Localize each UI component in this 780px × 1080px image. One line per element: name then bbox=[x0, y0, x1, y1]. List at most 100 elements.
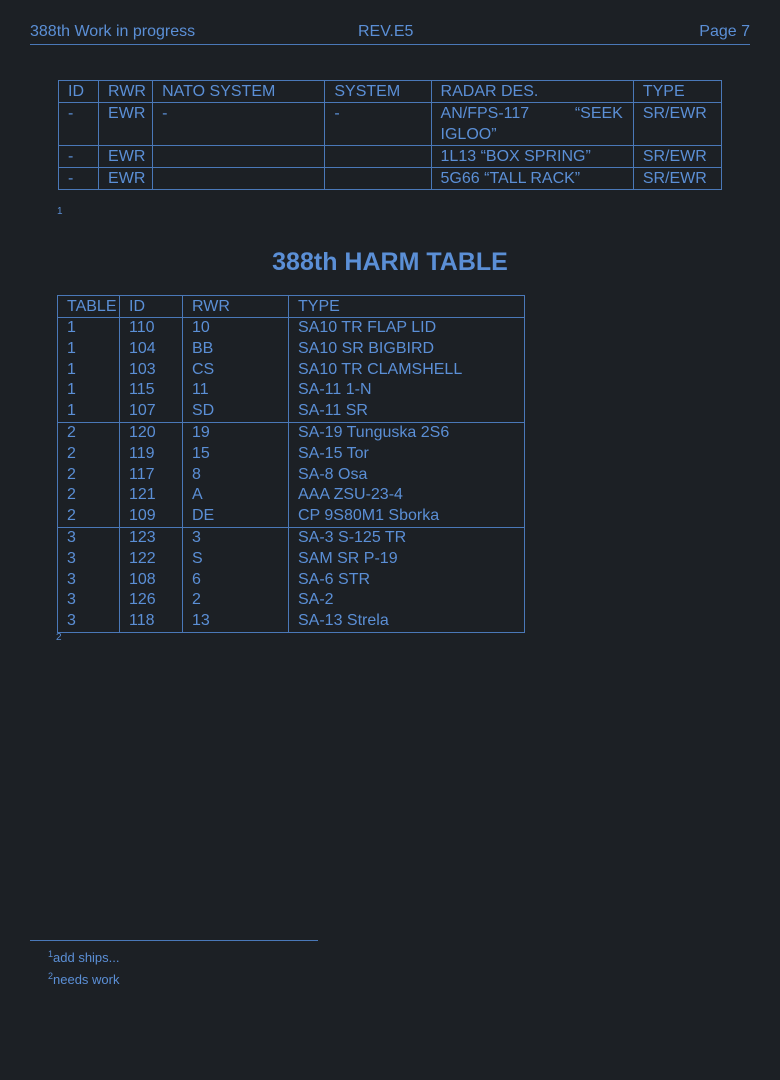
cell-type: SA10 TR FLAP LID bbox=[288, 317, 525, 339]
cell-table: 3 bbox=[57, 611, 120, 633]
cell-table: 1 bbox=[57, 338, 120, 360]
footnote-text: add ships... bbox=[53, 950, 120, 965]
cell-id: 122 bbox=[119, 548, 183, 570]
page-header: 388th Work in progress REV.E5 Page 7 bbox=[30, 22, 750, 45]
cell-type: SA-11 SR bbox=[288, 401, 525, 423]
table-row: 3 123 3 SA-3 S-125 TR bbox=[57, 526, 525, 549]
cell-table: 3 bbox=[57, 590, 120, 612]
radar-des-line-2: IGLOO” bbox=[440, 126, 497, 143]
table-row: 2 109 DE CP 9S80M1 Sborka bbox=[57, 506, 525, 528]
col-header-table: TABLE bbox=[57, 295, 120, 318]
table-row: 2 120 19 SA-19 Tunguska 2S6 bbox=[57, 421, 525, 444]
cell-rwr: 2 bbox=[182, 590, 289, 612]
cell-system bbox=[324, 167, 432, 190]
cell-rwr: 10 bbox=[182, 317, 289, 339]
cell-rwr: SD bbox=[182, 401, 289, 423]
harm-table: TABLE ID RWR TYPE 1 110 10 SA10 TR FLAP LID… bbox=[57, 295, 525, 633]
cell-type: SA-8 Osa bbox=[288, 464, 525, 486]
table-row: 1 115 11 SA-11 1-N bbox=[57, 380, 525, 402]
cell-type: SR/EWR bbox=[632, 145, 723, 168]
cell-table: 2 bbox=[57, 443, 120, 465]
table-row: 1 110 10 SA10 TR FLAP LID bbox=[57, 317, 525, 339]
cell-rwr: S bbox=[182, 548, 289, 570]
cell-type: SR/EWR bbox=[632, 167, 723, 190]
cell-type: SA-6 STR bbox=[288, 569, 525, 591]
cell-id: 109 bbox=[119, 506, 183, 528]
col-header-system: SYSTEM bbox=[324, 80, 432, 103]
cell-table: 3 bbox=[57, 526, 120, 549]
col-header-id: ID bbox=[119, 295, 183, 318]
cell-rwr: EWR bbox=[98, 167, 154, 190]
table-row: 1 107 SD SA-11 SR bbox=[57, 401, 525, 423]
cell-id: 118 bbox=[119, 611, 183, 633]
table-row: 3 108 6 SA-6 STR bbox=[57, 569, 525, 591]
cell-type: SA-19 Tunguska 2S6 bbox=[288, 421, 525, 444]
cell-radar-des: 5G66 “TALL RACK” bbox=[430, 167, 634, 190]
footnote-2: 2needs work bbox=[48, 967, 318, 989]
cell-rwr: 15 bbox=[182, 443, 289, 465]
cell-id: - bbox=[57, 102, 100, 146]
cell-type: SA-13 Strela bbox=[288, 611, 525, 633]
harm-table-title: 388th HARM TABLE bbox=[272, 248, 508, 276]
radar-table: ID RWR NATO SYSTEM SYSTEM RADAR DES. TYP… bbox=[57, 80, 723, 190]
cell-table: 3 bbox=[57, 569, 120, 591]
cell-id: 110 bbox=[119, 317, 183, 339]
cell-id: - bbox=[57, 145, 100, 168]
cell-type: SA10 TR CLAMSHELL bbox=[288, 359, 525, 381]
cell-id: 108 bbox=[119, 569, 183, 591]
harm-table-body: 1 110 10 SA10 TR FLAP LID 1 104 BB SA10 SR BIGB… bbox=[57, 317, 525, 633]
header-doc-title: 388th Work in progress bbox=[30, 23, 196, 40]
cell-system: - bbox=[324, 102, 432, 146]
cell-type: SA-15 Tor bbox=[288, 443, 525, 465]
table-row: 1 104 BB SA10 SR BIGBIRD bbox=[57, 338, 525, 360]
col-header-rwr: RWR bbox=[98, 80, 154, 103]
table-row: 2 121 A AAA ZSU-23-4 bbox=[57, 485, 525, 507]
cell-id: 123 bbox=[119, 526, 183, 549]
col-header-radar-des: RADAR DES. bbox=[430, 80, 634, 103]
radar-des-part: “SEEK bbox=[574, 105, 623, 122]
table-row: 1 103 CS SA10 TR CLAMSHELL bbox=[57, 359, 525, 381]
cell-id: 115 bbox=[119, 380, 183, 402]
cell-id: 126 bbox=[119, 590, 183, 612]
radar-des-line-1: AN/FPS-117 “SEEK bbox=[441, 103, 633, 124]
radar-table-header-row: ID RWR NATO SYSTEM SYSTEM RADAR DES. TYP… bbox=[57, 80, 723, 103]
cell-type: SR/EWR bbox=[632, 102, 723, 146]
cell-table: 1 bbox=[57, 359, 120, 381]
footnotes: 1add ships... 2needs work bbox=[30, 940, 318, 989]
col-header-rwr: RWR bbox=[182, 295, 289, 318]
cell-type: SA-11 1-N bbox=[288, 380, 525, 402]
cell-rwr: CS bbox=[182, 359, 289, 381]
cell-table: 2 bbox=[57, 485, 120, 507]
cell-system bbox=[324, 145, 432, 168]
col-header-type: TYPE bbox=[288, 295, 525, 318]
cell-table: 3 bbox=[57, 548, 120, 570]
cell-table: 2 bbox=[57, 464, 120, 486]
footnote-text: needs work bbox=[53, 972, 120, 987]
footnote-ref-1[interactable]: 1 bbox=[57, 206, 63, 217]
cell-type: SA-2 bbox=[288, 590, 525, 612]
cell-rwr: A bbox=[182, 485, 289, 507]
table-row: 3 118 13 SA-13 Strela bbox=[57, 611, 525, 633]
cell-rwr: BB bbox=[182, 338, 289, 360]
cell-table: 1 bbox=[57, 317, 120, 339]
table-row: 2 117 8 SA-8 Osa bbox=[57, 464, 525, 486]
cell-nato-system: - bbox=[152, 102, 326, 146]
table-row: - EWR 1L13 “BOX SPRING” SR/EWR bbox=[57, 145, 723, 168]
cell-table: 1 bbox=[57, 401, 120, 423]
table-row: - EWR - - AN/FPS-117 “SEEK IGLOO” SR/EWR bbox=[57, 102, 723, 146]
cell-nato-system bbox=[152, 167, 326, 190]
footnote-ref-2[interactable]: 2 bbox=[56, 632, 62, 643]
header-revision: REV.E5 bbox=[358, 23, 414, 40]
harm-table-header-row: TABLE ID RWR TYPE bbox=[57, 295, 525, 318]
cell-type: SAM SR P-19 bbox=[288, 548, 525, 570]
col-header-id: ID bbox=[57, 80, 100, 103]
radar-des-part: AN/FPS-117 bbox=[440, 105, 530, 122]
table-row: 3 126 2 SA-2 bbox=[57, 590, 525, 612]
footnote-1: 1add ships... bbox=[48, 945, 318, 967]
cell-type: AAA ZSU-23-4 bbox=[288, 485, 525, 507]
cell-table: 2 bbox=[57, 421, 120, 444]
cell-rwr: 6 bbox=[182, 569, 289, 591]
cell-rwr: EWR bbox=[98, 145, 154, 168]
cell-id: 104 bbox=[119, 338, 183, 360]
cell-radar-des: 1L13 “BOX SPRING” bbox=[430, 145, 634, 168]
